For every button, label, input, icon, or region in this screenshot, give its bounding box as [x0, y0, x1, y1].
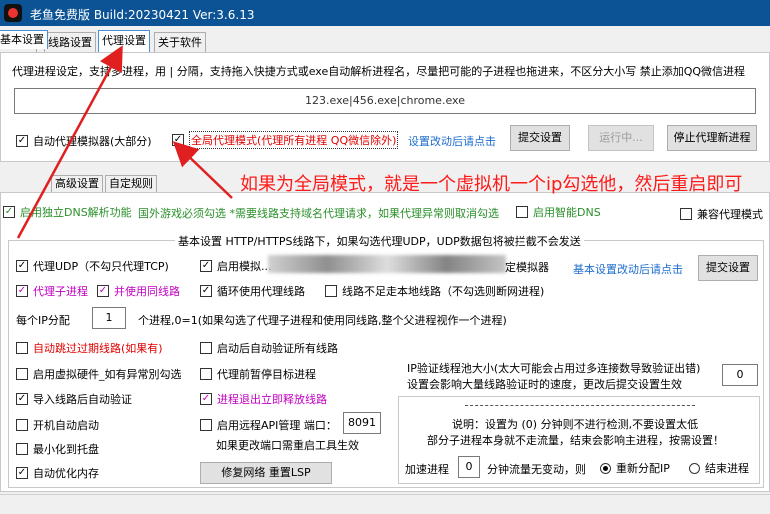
arrow-to-proxy-tab — [16, 45, 123, 239]
annotation-text: 如果为全局模式，就是一个虚拟机一个ip勾选他，然后重启即可 — [240, 174, 743, 195]
annotation-arrows — [16, 45, 233, 239]
arrow-to-global-mode — [172, 141, 233, 199]
